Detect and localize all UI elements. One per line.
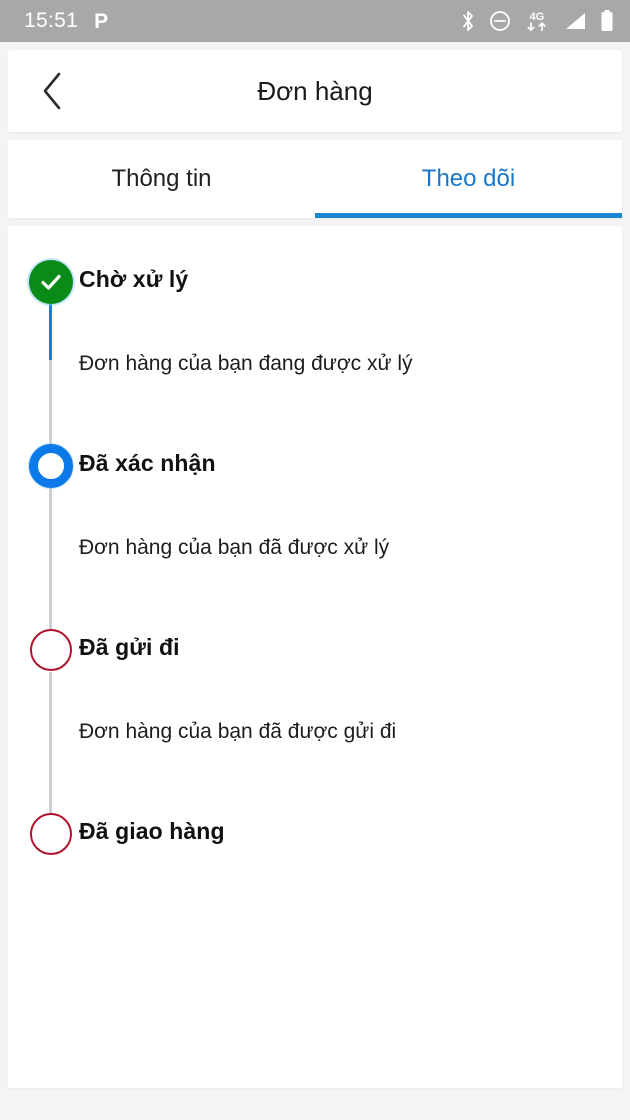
- tracking-panel: Chờ xử lý Đơn hàng của bạn đang được xử …: [8, 226, 622, 1088]
- check-icon: [41, 274, 61, 290]
- status-description: Đơn hàng của bạn đang được xử lý: [79, 352, 413, 375]
- back-button[interactable]: [22, 60, 84, 122]
- phone-screen: 15:51 P 4G Đơn hàng Thông tin Theo dõi C…: [0, 0, 630, 1120]
- battery-icon: [601, 10, 613, 31]
- status-bar: 15:51 P 4G: [0, 0, 630, 42]
- status-bar-right: 4G: [460, 9, 614, 33]
- status-time: 15:51: [24, 9, 79, 32]
- parking-p-icon: P: [94, 9, 109, 33]
- status-bar-left: 15:51 P: [24, 9, 108, 33]
- tab-thong-tin[interactable]: Thông tin: [8, 140, 315, 218]
- do-not-disturb-icon: [490, 11, 510, 31]
- status-description: Đơn hàng của bạn đã được gửi đi: [79, 720, 397, 743]
- timeline-step[interactable]: Đã gửi đi Đơn hàng của bạn đã được gửi đ…: [8, 628, 622, 812]
- chevron-left-icon: [43, 72, 61, 110]
- status-marker-pending: [30, 813, 72, 855]
- status-marker-pending: [30, 629, 72, 671]
- status-title: Đã giao hàng: [79, 818, 225, 844]
- bluetooth-icon: [463, 11, 473, 31]
- tab-bar: Thông tin Theo dõi: [8, 140, 622, 218]
- timeline-step[interactable]: Đã giao hàng: [8, 812, 622, 872]
- timeline-step[interactable]: Đã xác nhận Đơn hàng của bạn đã được xử …: [8, 444, 622, 628]
- order-status-timeline: Chờ xử lý Đơn hàng của bạn đang được xử …: [8, 260, 622, 872]
- status-title: Đã gửi đi: [79, 634, 180, 660]
- tab-theo-doi[interactable]: Theo dõi: [315, 140, 622, 218]
- svg-text:4G: 4G: [530, 11, 545, 23]
- status-title: Chờ xử lý: [79, 266, 189, 292]
- status-marker-current: [29, 444, 73, 488]
- timeline-step[interactable]: Chờ xử lý Đơn hàng của bạn đang được xử …: [8, 260, 622, 444]
- mobile-data-4g-icon: 4G: [527, 11, 546, 32]
- status-description: Đơn hàng của bạn đã được xử lý: [79, 536, 390, 559]
- status-marker-done: [29, 260, 73, 304]
- page-title: Đơn hàng: [257, 75, 373, 106]
- signal-icon: [566, 13, 585, 29]
- status-title: Đã xác nhận: [79, 450, 216, 476]
- app-bar: Đơn hàng: [8, 50, 622, 132]
